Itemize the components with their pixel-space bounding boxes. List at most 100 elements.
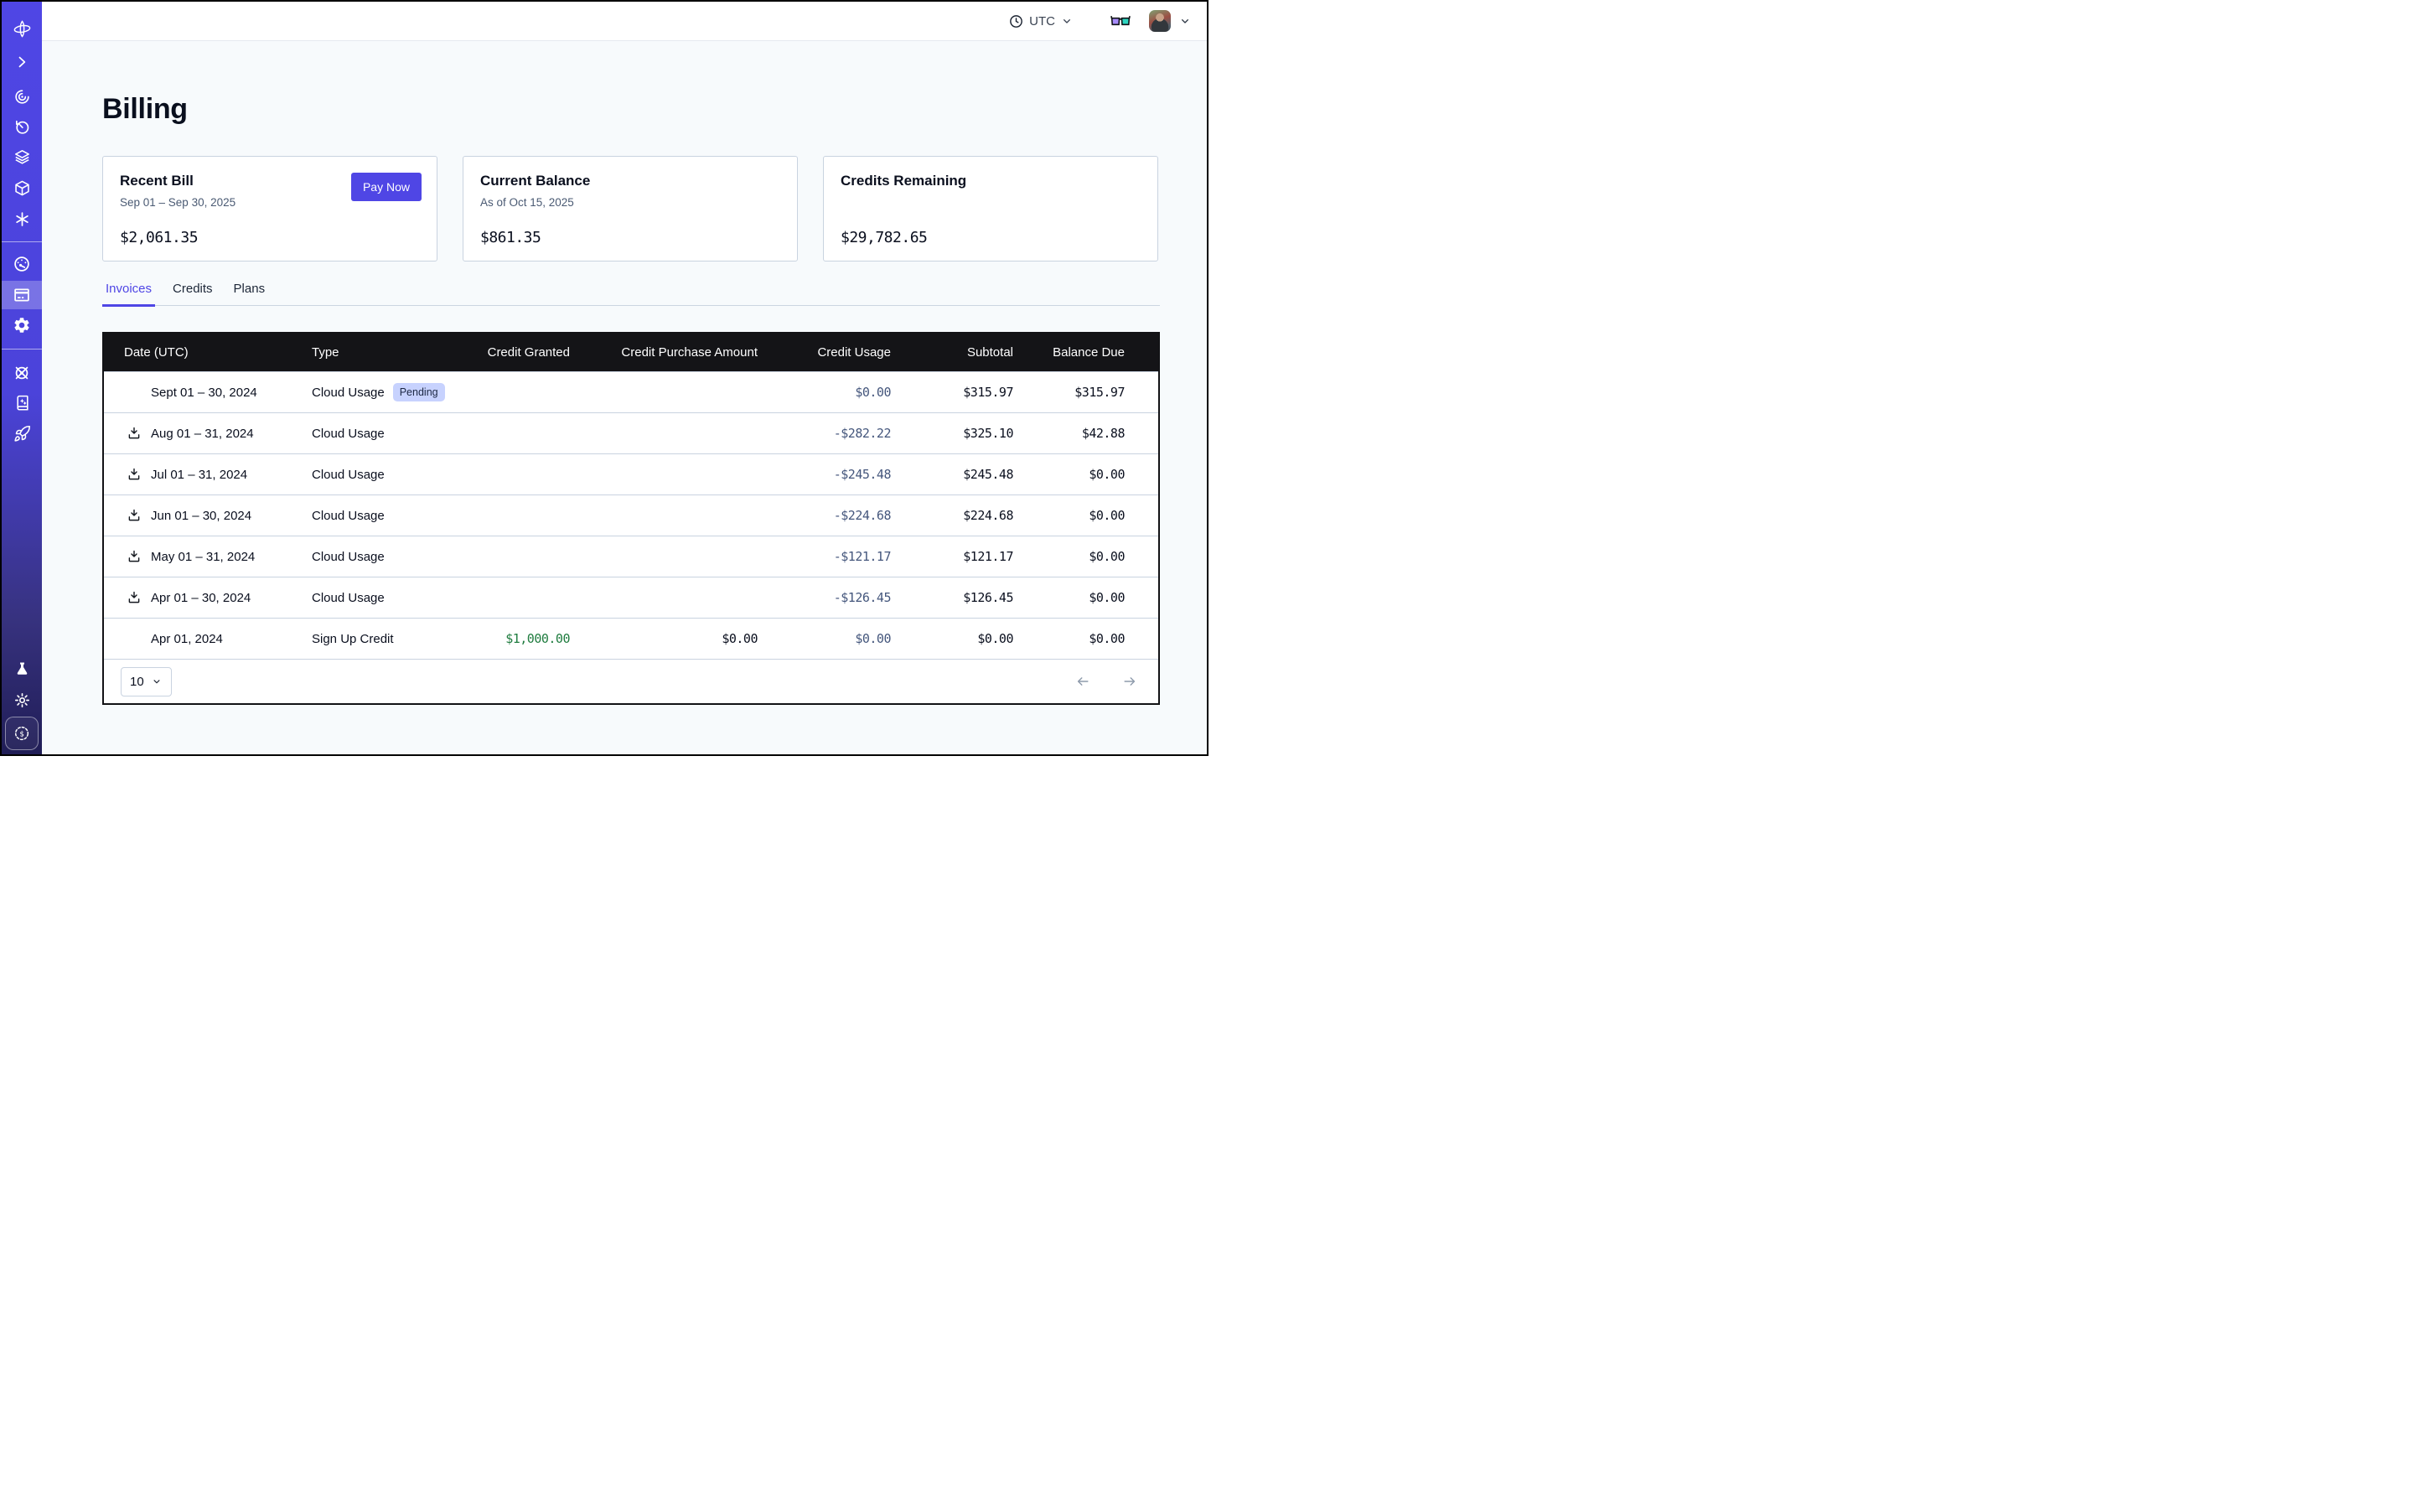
billing-content: Billing Recent Bill Sep 01 – Sep 30, 202… — [102, 41, 1160, 705]
col-balance-due: Balance Due — [1013, 334, 1158, 372]
sidebar: $ — [2, 2, 42, 754]
user-avatar[interactable] — [1149, 10, 1171, 32]
download-invoice-button[interactable] — [127, 467, 142, 482]
download-invoice-button[interactable] — [127, 508, 142, 523]
previous-page-button[interactable] — [1074, 673, 1091, 690]
next-page-button[interactable] — [1121, 673, 1138, 690]
card-title: Current Balance — [480, 173, 780, 189]
settings-gear-icon[interactable] — [2, 310, 42, 340]
docs-book-sparkle-icon[interactable] — [2, 387, 42, 417]
credit-usage: -$126.45 — [758, 577, 891, 619]
invoice-date: Apr 01, 2024 — [151, 632, 223, 646]
subtotal: $224.68 — [891, 495, 1013, 536]
credit-usage: -$282.22 — [758, 413, 891, 454]
svg-text:$: $ — [19, 729, 24, 738]
table-row: Apr 01 – 30, 2024 Cloud Usage -$126.45 $… — [104, 577, 1158, 619]
clock-icon — [1008, 13, 1024, 29]
pay-now-button[interactable]: Pay Now — [351, 173, 422, 201]
invoice-date: May 01 – 31, 2024 — [151, 550, 255, 564]
billing-page: $ UTC — [0, 0, 1208, 756]
gauge-icon[interactable] — [2, 249, 42, 279]
table-row: Jul 01 – 31, 2024 Cloud Usage -$245.48 $… — [104, 454, 1158, 495]
helm-icon[interactable] — [2, 358, 42, 388]
table-row: Apr 01, 2024 Sign Up Credit $1,000.00 $0… — [104, 619, 1158, 660]
invoice-date: Apr 01 – 30, 2024 — [151, 591, 251, 605]
credits-dollar-badge-button[interactable]: $ — [5, 717, 39, 750]
pagination-bar: 10 — [104, 659, 1158, 703]
chevron-down-icon — [151, 676, 163, 687]
sidebar-item-billing[interactable] — [2, 281, 42, 309]
table-row: Aug 01 – 31, 2024 Cloud Usage -$282.22 $… — [104, 413, 1158, 454]
invoice-type: Cloud Usage — [312, 386, 385, 400]
invoice-date: Jul 01 – 31, 2024 — [151, 468, 247, 482]
download-icon — [127, 508, 142, 523]
cube-icon[interactable] — [2, 173, 42, 203]
download-icon — [127, 467, 142, 482]
subtotal: $325.10 — [891, 413, 1013, 454]
orbit-logo-icon[interactable] — [2, 13, 42, 44]
balance-due: $0.00 — [1013, 577, 1158, 619]
invoice-type: Cloud Usage — [295, 495, 476, 536]
timezone-label: UTC — [1029, 14, 1055, 28]
balance-due: $0.00 — [1013, 495, 1158, 536]
pagination-arrows — [1074, 673, 1138, 690]
balance-due: $42.88 — [1013, 413, 1158, 454]
arrow-left-icon — [1074, 673, 1091, 690]
col-credit-granted: Credit Granted — [476, 334, 570, 372]
invoice-type: Sign Up Credit — [295, 619, 476, 660]
rocket-icon[interactable] — [2, 418, 42, 448]
spiral-icon[interactable] — [2, 81, 42, 111]
balance-due: $0.00 — [1013, 536, 1158, 577]
table-row: May 01 – 31, 2024 Cloud Usage -$121.17 $… — [104, 536, 1158, 577]
subtotal: $245.48 — [891, 454, 1013, 495]
topbar: UTC — [42, 2, 1207, 41]
layers-icon[interactable] — [2, 142, 42, 172]
credit-usage: -$245.48 — [758, 454, 891, 495]
download-invoice-button[interactable] — [127, 549, 142, 564]
history-timer-icon[interactable] — [2, 111, 42, 142]
table-header-row: Date (UTC) Type Credit Granted Credit Pu… — [104, 334, 1158, 372]
user-menu-chevron[interactable] — [1178, 14, 1192, 28]
balance-due: $0.00 — [1013, 454, 1158, 495]
theme-sun-icon[interactable] — [2, 685, 42, 715]
current-balance-card: Current Balance As of Oct 15, 2025 $861.… — [463, 156, 798, 261]
sidebar-divider — [2, 349, 42, 350]
glasses-toggle[interactable] — [1110, 14, 1131, 28]
col-type: Type — [295, 334, 476, 372]
tab-credits[interactable]: Credits — [169, 282, 216, 307]
card-subtitle: As of Oct 15, 2025 — [480, 196, 780, 209]
tab-invoices[interactable]: Invoices — [102, 282, 155, 307]
credit-usage: $0.00 — [758, 619, 891, 660]
invoice-type: Cloud Usage — [295, 536, 476, 577]
collapse-chevron-right-icon[interactable] — [2, 47, 42, 77]
glasses-icon — [1110, 14, 1131, 28]
sidebar-divider — [2, 241, 42, 242]
col-credit-purchase-amount: Credit Purchase Amount — [570, 334, 758, 372]
table-row: Jun 01 – 30, 2024 Cloud Usage -$224.68 $… — [104, 495, 1158, 536]
subtotal: $315.97 — [891, 372, 1013, 413]
invoices-table: Date (UTC) Type Credit Granted Credit Pu… — [104, 334, 1158, 659]
status-badge: Pending — [393, 383, 445, 401]
dollar-badge-icon: $ — [13, 724, 31, 743]
timezone-selector[interactable]: UTC — [1008, 13, 1074, 29]
page-size-select[interactable]: 10 — [121, 667, 172, 696]
billing-tabs: Invoices Credits Plans — [102, 282, 1160, 306]
card-title: Credits Remaining — [841, 173, 1141, 189]
invoice-type: Cloud Usage — [295, 577, 476, 619]
subtotal: $121.17 — [891, 536, 1013, 577]
download-invoice-button[interactable] — [127, 590, 142, 605]
download-invoice-button[interactable] — [127, 426, 142, 441]
tab-plans[interactable]: Plans — [230, 282, 269, 307]
col-credit-usage: Credit Usage — [758, 334, 891, 372]
download-icon — [127, 590, 142, 605]
credit-purchase-amount: $0.00 — [570, 619, 758, 660]
invoice-type: Cloud Usage — [295, 454, 476, 495]
credit-granted: $1,000.00 — [476, 619, 570, 660]
labs-flask-icon[interactable] — [2, 654, 42, 684]
credit-usage: -$121.17 — [758, 536, 891, 577]
credits-remaining-card: Credits Remaining $29,782.65 — [823, 156, 1158, 261]
asterisk-icon[interactable] — [2, 204, 42, 234]
balance-due: $0.00 — [1013, 619, 1158, 660]
invoices-table-container: Date (UTC) Type Credit Granted Credit Pu… — [102, 332, 1160, 705]
credit-usage: $0.00 — [758, 372, 891, 413]
